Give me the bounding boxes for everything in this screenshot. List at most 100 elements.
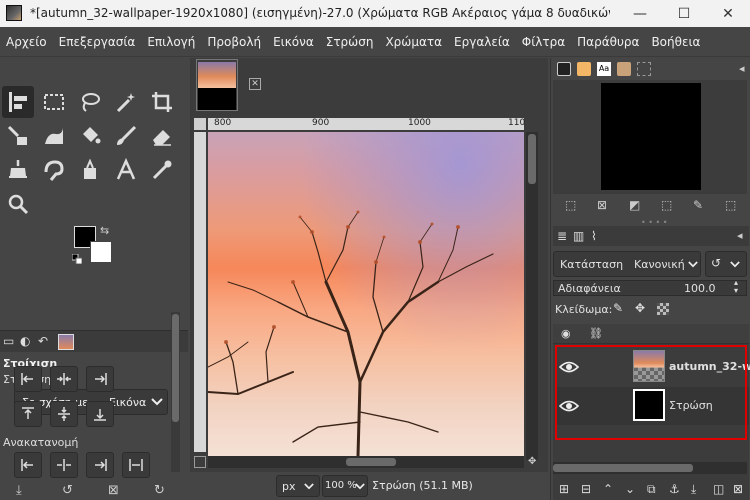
menu-select[interactable]: Επιλογή <box>147 35 195 49</box>
menu-layer[interactable]: Στρώση <box>326 35 374 49</box>
align-tool-icon[interactable] <box>2 86 34 118</box>
vertical-ruler[interactable] <box>194 132 206 452</box>
lock-position-icon[interactable]: ✥ <box>635 301 645 315</box>
zoom-out-icon[interactable]: ⬚ <box>565 198 576 212</box>
smudge-icon[interactable] <box>38 154 70 186</box>
brush-icon[interactable]: ✎ <box>693 198 703 212</box>
patterns-tab-icon[interactable] <box>577 62 591 76</box>
align-middle-button[interactable] <box>50 401 78 427</box>
horizontal-scrollbar[interactable] <box>208 456 524 468</box>
canvas-image[interactable] <box>208 132 524 456</box>
raise-layer-icon[interactable]: ⌃ <box>603 482 613 496</box>
menu-help[interactable]: Βοήθεια <box>651 35 700 49</box>
anchor-layer-icon[interactable]: ⚓ <box>669 482 680 496</box>
menu-image[interactable]: Εικόνα <box>273 35 314 49</box>
images-icon[interactable] <box>58 334 74 350</box>
text-tool-icon[interactable] <box>110 154 142 186</box>
distribute-width-button[interactable] <box>122 452 150 478</box>
new-group-icon[interactable]: ⊟ <box>581 482 591 496</box>
delete-options-icon[interactable]: ⊠ <box>108 483 119 498</box>
scrollbar-thumb[interactable] <box>528 134 536 184</box>
reset-colors-icon[interactable] <box>72 254 82 264</box>
eraser-icon[interactable] <box>146 120 178 152</box>
channels-tab-icon[interactable]: ▥ <box>573 229 584 243</box>
device-status-icon[interactable]: ▭ <box>3 334 14 348</box>
menu-filters[interactable]: Φίλτρα <box>522 35 565 49</box>
align-bottom-button[interactable] <box>86 401 114 427</box>
copy-icon[interactable]: ⬚ <box>661 198 672 212</box>
opacity-slider[interactable]: Αδιαφάνεια 100.0 ▴ ▾ <box>553 279 747 296</box>
mode-selector[interactable]: Κατάσταση Κανονική <box>553 251 701 277</box>
mode-reset-button[interactable]: ↺ <box>705 251 747 277</box>
templates-tab-icon[interactable] <box>637 62 651 76</box>
background-color-swatch[interactable] <box>90 241 112 263</box>
maximize-button[interactable]: ☐ <box>662 0 706 27</box>
navigate-icon[interactable]: ✥ <box>528 456 536 467</box>
menu-tools[interactable]: Εργαλεία <box>454 35 510 49</box>
brush-preview[interactable] <box>601 83 701 190</box>
duplicate-layer-icon[interactable]: ⧉ <box>647 482 656 497</box>
crop-icon[interactable] <box>146 86 178 118</box>
clone-icon[interactable] <box>2 154 34 186</box>
close-button[interactable]: ✕ <box>706 0 750 27</box>
scrollbar-thumb[interactable] <box>172 314 179 422</box>
lock-alpha-icon[interactable] <box>657 303 669 315</box>
tool-options-icon[interactable]: ◐ <box>20 334 30 348</box>
restore-options-icon[interactable]: ↺ <box>62 483 73 498</box>
edit-icon[interactable]: ◩ <box>629 198 640 212</box>
minimize-button[interactable]: — <box>618 0 662 27</box>
distribute-left-button[interactable] <box>14 452 42 478</box>
unit-selector[interactable]: px <box>276 475 320 497</box>
fonts-tab-icon[interactable]: Aa <box>597 62 611 76</box>
layers-tab-icon[interactable]: ≣ <box>557 229 567 243</box>
menu-edit[interactable]: Επεξεργασία <box>59 35 136 49</box>
menu-colors[interactable]: Χρώματα <box>385 35 442 49</box>
align-left-button[interactable] <box>14 366 42 392</box>
fuzzy-select-icon[interactable] <box>110 86 142 118</box>
reset-options-icon[interactable]: ↻ <box>154 483 165 498</box>
tab-menu-icon[interactable]: ◂ <box>739 62 745 75</box>
delete-layer-icon[interactable]: ⊠ <box>733 482 743 496</box>
new-layer-icon[interactable]: ⊞ <box>559 482 569 496</box>
lasso-icon[interactable] <box>74 86 106 118</box>
lock-pixels-icon[interactable]: ✎ <box>613 301 623 315</box>
menu-file[interactable]: Αρχείο <box>6 35 47 49</box>
merge-layer-icon[interactable]: ⤓ <box>691 482 696 497</box>
tab-menu-icon[interactable]: ◂ <box>737 229 743 242</box>
refresh-icon[interactable]: ⬚ <box>725 198 736 212</box>
undo-history-icon[interactable]: ↶ <box>38 334 48 348</box>
ink-icon[interactable] <box>74 154 106 186</box>
menu-view[interactable]: Προβολή <box>207 35 261 49</box>
align-top-button[interactable] <box>14 401 42 427</box>
quick-mask-toggle[interactable] <box>194 456 206 468</box>
tool-options-scrollbar[interactable] <box>171 312 180 472</box>
paths-tab-icon[interactable]: ⌇ <box>591 229 597 243</box>
zoom-selector[interactable]: 100 % <box>322 475 368 497</box>
align-center-button[interactable] <box>50 366 78 392</box>
distribute-right-button[interactable] <box>86 452 114 478</box>
distribute-center-button[interactable] <box>50 452 78 478</box>
scrollbar-thumb[interactable] <box>553 464 693 472</box>
save-options-icon[interactable]: ⤓ <box>16 483 22 498</box>
zoom-icon[interactable] <box>2 188 34 220</box>
document-history-tab-icon[interactable] <box>617 62 631 76</box>
image-tab[interactable] <box>196 59 238 111</box>
warp-icon[interactable] <box>38 120 70 152</box>
transform-icon[interactable] <box>2 120 34 152</box>
layers-horizontal-scrollbar[interactable] <box>553 462 747 474</box>
color-picker-icon[interactable] <box>146 154 178 186</box>
bucket-fill-icon[interactable] <box>74 120 106 152</box>
menu-windows[interactable]: Παράθυρα <box>577 35 639 49</box>
ruler-corner[interactable] <box>194 118 206 130</box>
scrollbar-thumb[interactable] <box>346 458 396 466</box>
close-icon[interactable]: ⊠ <box>597 198 607 212</box>
rect-select-icon[interactable] <box>38 86 70 118</box>
close-tab-icon[interactable]: ✕ <box>249 78 261 90</box>
paintbrush-icon[interactable] <box>110 120 142 152</box>
align-right-button[interactable] <box>86 366 114 392</box>
mask-layer-icon[interactable]: ◫ <box>713 482 724 496</box>
vertical-scrollbar[interactable] <box>526 132 538 460</box>
spin-icon[interactable]: ▴ ▾ <box>734 279 738 295</box>
horizontal-ruler[interactable]: 800 900 1000 110 <box>208 118 525 130</box>
swap-colors-icon[interactable]: ⇆ <box>100 224 109 237</box>
